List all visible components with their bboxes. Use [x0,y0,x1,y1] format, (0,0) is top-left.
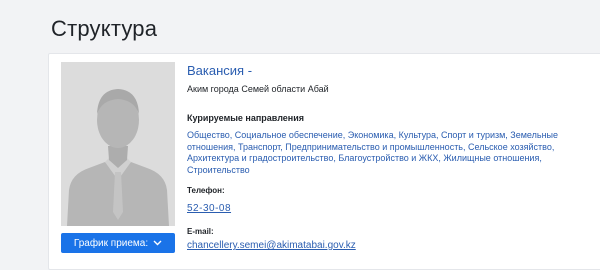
vacancy-title: Вакансия - [187,63,253,78]
email-label: E-mail: [187,227,214,236]
email-link[interactable]: chancellery.semei@akimatabai.gov.kz [187,240,356,251]
directions-heading: Курируемые направления [187,113,305,123]
position-text: Аким города Семей области Абай [187,84,329,94]
schedule-button-label: График приема: [73,237,149,249]
phone-label: Телефон: [187,186,225,195]
phone-link[interactable]: 52-30-08 [187,203,231,214]
schedule-button[interactable]: График приема: [61,233,175,253]
page-title: Структура [51,16,158,41]
directions-list: Общество, Социальное обеспечение, Эконом… [187,130,559,175]
person-silhouette-icon [61,62,175,226]
chevron-down-icon [153,240,162,246]
profile-photo [61,62,175,226]
